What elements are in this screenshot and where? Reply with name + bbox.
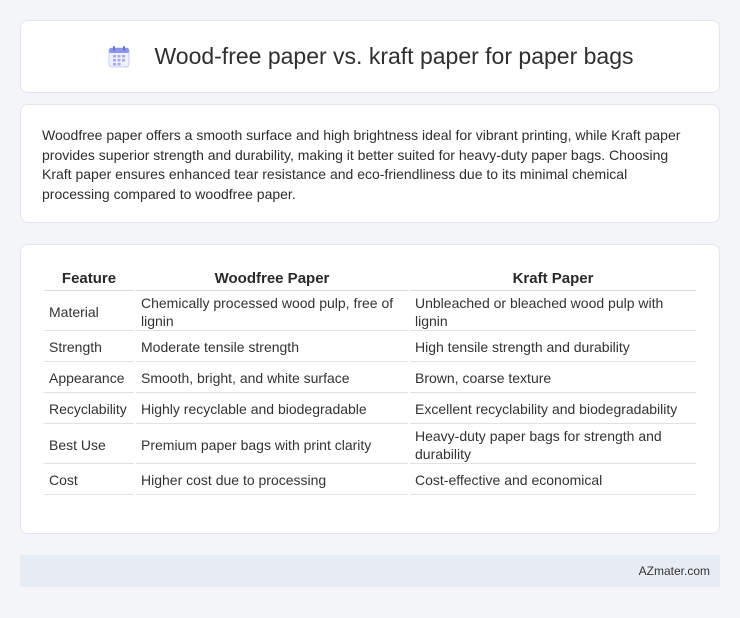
page-title: Wood-free paper vs. kraft paper for pape…: [154, 43, 634, 69]
table-row: Material Chemically processed wood pulp,…: [44, 293, 696, 331]
table-row: Best Use Premium paper bags with print c…: [44, 426, 696, 464]
summary-card: Woodfree paper offers a smooth surface a…: [20, 104, 720, 223]
table-cell: Smooth, bright, and white surface: [136, 364, 408, 393]
comparison-table: Feature Woodfree Paper Kraft Paper Mater…: [42, 265, 698, 497]
calendar-icon: [106, 44, 132, 70]
table-cell: Unbleached or bleached wood pulp with li…: [410, 293, 696, 331]
column-header-feature: Feature: [44, 267, 134, 291]
table-cell: Cost: [44, 466, 134, 495]
table-cell: Higher cost due to processing: [136, 466, 408, 495]
column-header-kraft: Kraft Paper: [410, 267, 696, 291]
table-cell: Best Use: [44, 426, 134, 464]
table-cell: Premium paper bags with print clarity: [136, 426, 408, 464]
table-cell: Excellent recyclability and biodegradabi…: [410, 395, 696, 424]
table-cell: Material: [44, 293, 134, 331]
table-cell: Brown, coarse texture: [410, 364, 696, 393]
table-cell: Highly recyclable and biodegradable: [136, 395, 408, 424]
column-header-woodfree: Woodfree Paper: [136, 267, 408, 291]
table-cell: Cost-effective and economical: [410, 466, 696, 495]
table-cell: Moderate tensile strength: [136, 333, 408, 362]
table-row: Appearance Smooth, bright, and white sur…: [44, 364, 696, 393]
table-row: Cost Higher cost due to processing Cost-…: [44, 466, 696, 495]
table-cell: Recyclability: [44, 395, 134, 424]
table-row: Strength Moderate tensile strength High …: [44, 333, 696, 362]
title-card: Wood-free paper vs. kraft paper for pape…: [20, 20, 720, 93]
table-cell: Chemically processed wood pulp, free of …: [136, 293, 408, 331]
comparison-table-card: Feature Woodfree Paper Kraft Paper Mater…: [20, 244, 720, 534]
table-cell: Appearance: [44, 364, 134, 393]
footer: AZmater.com: [20, 555, 720, 587]
table-cell: Heavy-duty paper bags for strength and d…: [410, 426, 696, 464]
footer-brand[interactable]: AZmater.com: [639, 564, 710, 578]
table-row: Recyclability Highly recyclable and biod…: [44, 395, 696, 424]
summary-text: Woodfree paper offers a smooth surface a…: [42, 127, 681, 202]
table-cell: Strength: [44, 333, 134, 362]
table-header-row: Feature Woodfree Paper Kraft Paper: [44, 267, 696, 291]
table-cell: High tensile strength and durability: [410, 333, 696, 362]
